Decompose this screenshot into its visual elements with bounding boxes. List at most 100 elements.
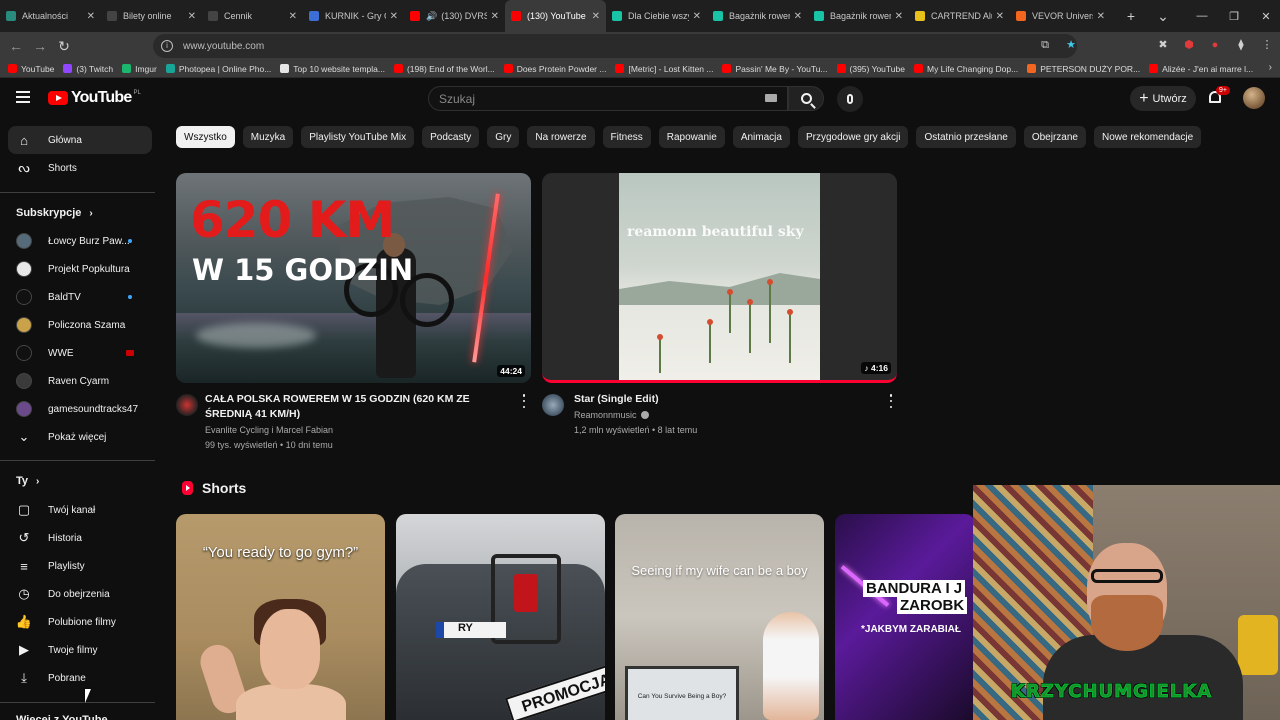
filter-chip[interactable]: Na rowerze <box>527 126 595 148</box>
back-icon[interactable]: ← <box>4 38 28 54</box>
install-app-icon[interactable]: ⧉ <box>1036 36 1054 54</box>
tab-list-icon[interactable]: ⌄ <box>1151 8 1175 25</box>
bookmark-item[interactable]: PETERSON DUŻY POR... <box>1027 64 1140 74</box>
create-button[interactable]: + Utwórz <box>1130 86 1196 111</box>
channel-avatar[interactable] <box>542 394 564 416</box>
bookmark-item[interactable]: My Life Changing Dop... <box>913 64 1018 74</box>
filter-chip[interactable]: Playlisty YouTube Mix <box>301 126 415 148</box>
browser-tab[interactable]: Bagażnik rowero ✕ <box>707 0 808 32</box>
filter-chip[interactable]: Wszystko <box>176 126 235 148</box>
short-card[interactable]: Seeing if my wife can be a boy Can You S… <box>615 514 824 720</box>
minimize-icon[interactable]: — <box>1186 10 1218 22</box>
close-tab-icon[interactable]: ✕ <box>87 11 95 22</box>
subscription-item[interactable]: gamesoundtracks47 <box>8 395 152 423</box>
channel-avatar[interactable] <box>176 394 198 416</box>
search-input[interactable]: Szukaj <box>428 86 788 111</box>
close-tab-icon[interactable]: ✕ <box>1097 11 1105 22</box>
you-heading[interactable]: Ty › <box>16 475 39 487</box>
close-tab-icon[interactable]: ✕ <box>188 11 196 22</box>
close-tab-icon[interactable]: ✕ <box>895 11 903 22</box>
reload-icon[interactable]: ↻ <box>52 38 76 55</box>
sidebar-item-history[interactable]: ↺ Historia <box>8 524 152 552</box>
search-button[interactable] <box>788 86 824 111</box>
sidebar-item-home[interactable]: ⌂ Główna <box>8 126 152 154</box>
filter-chip[interactable]: Obejrzane <box>1023 126 1086 148</box>
forward-icon[interactable]: → <box>28 38 52 54</box>
filter-chip[interactable]: Animacja <box>732 126 790 148</box>
notifications-button[interactable]: 9+ <box>1206 86 1230 108</box>
browser-tab[interactable]: Dla Ciebie wszyst ✕ <box>606 0 707 32</box>
bookmark-item[interactable]: YouTube <box>8 64 54 74</box>
speaker-icon[interactable]: 🔊 <box>426 11 437 22</box>
sidebar-item-watch-later[interactable]: ◷ Do obejrzenia <box>8 580 152 608</box>
subscriptions-heading[interactable]: Subskrypcje › <box>16 207 93 219</box>
subscription-item[interactable]: Policzona Szama <box>8 311 152 339</box>
filter-chip[interactable]: Rapowanie <box>658 126 725 148</box>
close-tab-icon[interactable]: ✕ <box>693 11 701 22</box>
bookmark-item[interactable]: Photopea | Online Pho... <box>165 64 271 74</box>
close-tab-icon[interactable]: ✕ <box>996 11 1004 22</box>
bookmark-item[interactable]: [Metric] - Lost Kitten ... <box>615 64 713 74</box>
bookmark-item[interactable]: Does Protein Powder ... <box>503 64 606 74</box>
close-tab-icon[interactable]: ✕ <box>592 11 600 22</box>
browser-tab[interactable]: (130) YouTube ✕ <box>505 0 606 32</box>
subscription-item[interactable]: BaldTV <box>8 283 152 311</box>
extensions-puzzle-icon[interactable]: ⧫ <box>1232 36 1250 54</box>
browser-tab[interactable]: Bilety online ✕ <box>101 0 202 32</box>
filter-chip[interactable]: Gry <box>487 126 520 148</box>
new-tab-icon[interactable]: + <box>1119 8 1143 24</box>
sidebar-item-your-videos[interactable]: ▶ Twoje filmy <box>8 636 152 664</box>
bookmark-item[interactable]: (395) YouTube <box>836 64 905 74</box>
video-thumbnail[interactable]: reamonn beautiful sky ♪ 4:16 <box>542 173 897 383</box>
close-tab-icon[interactable]: ✕ <box>794 11 802 22</box>
video-thumbnail[interactable]: 620 KM W 15 GODZIN 44:24 <box>176 173 531 383</box>
short-card[interactable]: BANDURA I J ZAROBK *JAKBYM ZARABIAŁ <box>835 514 975 720</box>
short-card[interactable]: RY PROMOCJA <box>396 514 605 720</box>
close-tab-icon[interactable]: ✕ <box>289 11 297 22</box>
browser-tab[interactable]: KURNIK - Gry On ✕ <box>303 0 404 32</box>
filter-chip[interactable]: Ostatnio przesłane <box>916 126 1016 148</box>
youtube-logo[interactable]: YouTube PL <box>48 89 141 107</box>
site-info-icon[interactable]: i <box>161 40 173 52</box>
sidebar-item-shorts[interactable]: ᔓ Shorts <box>8 154 152 182</box>
menu-icon[interactable] <box>16 91 30 103</box>
subscription-item[interactable]: WWE <box>8 339 152 367</box>
bookmark-item[interactable]: (198) End of the Worl... <box>393 64 495 74</box>
window-close-icon[interactable]: ✕ <box>1250 10 1280 23</box>
sidebar-item-your-channel[interactable]: ▢ Twój kanał <box>8 496 152 524</box>
sidebar-item-downloads[interactable]: ⤓ Pobrane <box>8 664 152 692</box>
bookmark-star-icon[interactable]: ★ <box>1062 36 1080 54</box>
video-title[interactable]: CAŁA POLSKA ROWEREM W 15 GODZIN (620 KM … <box>205 392 510 422</box>
channel-name[interactable]: Reamonnmusic <box>574 408 649 423</box>
sidebar-item-liked-videos[interactable]: 👍 Polubione filmy <box>8 608 152 636</box>
filter-chip[interactable]: Podcasty <box>422 126 480 148</box>
keyboard-icon[interactable] <box>765 94 777 102</box>
close-tab-icon[interactable]: ✕ <box>390 11 398 22</box>
extension-red-icon[interactable]: ● <box>1206 36 1224 54</box>
adblock-icon[interactable]: ⬢ <box>1180 36 1198 54</box>
extension-x-icon[interactable]: ✖ <box>1154 36 1172 54</box>
voice-search-button[interactable] <box>837 86 863 112</box>
subscription-item[interactable]: Projekt Popkultura <box>8 255 152 283</box>
bookmark-item[interactable]: Passin' Me By - YouTu... <box>722 64 828 74</box>
filter-chip[interactable]: Przygodowe gry akcji <box>797 126 909 148</box>
browser-tab[interactable]: Aktualności ✕ <box>0 0 101 32</box>
bookmark-item[interactable]: Alizée - J'en ai marre l... <box>1149 64 1253 74</box>
browser-tab[interactable]: CARTREND Alu A ✕ <box>909 0 1010 32</box>
browser-tab[interactable]: VEVOR Universal ✕ <box>1010 0 1111 32</box>
bookmark-item[interactable]: (3) Twitch <box>63 64 113 74</box>
bookmark-item[interactable]: Top 10 website templa... <box>280 64 385 74</box>
sidebar-item-playlists[interactable]: ≡ Playlisty <box>8 552 152 580</box>
browser-tab[interactable]: 🔊 (130) DVRST ✕ <box>404 0 505 32</box>
browser-tab[interactable]: Cennik ✕ <box>202 0 303 32</box>
subscription-item[interactable]: Raven Cyarm <box>8 367 152 395</box>
maximize-icon[interactable]: ❐ <box>1218 10 1250 23</box>
filter-chip[interactable]: Fitness <box>602 126 651 148</box>
show-more-button[interactable]: ⌄ Pokaż więcej <box>8 423 152 451</box>
bookmark-item[interactable]: Imgur <box>122 64 157 74</box>
browser-tab[interactable]: Bagażnik rowero ✕ <box>808 0 909 32</box>
more-actions-icon[interactable] <box>887 394 895 408</box>
short-card[interactable]: “You ready to go gym?” <box>176 514 385 720</box>
video-title[interactable]: Star (Single Edit) <box>574 392 874 407</box>
url-bar[interactable]: i www.youtube.com <box>153 34 1077 58</box>
